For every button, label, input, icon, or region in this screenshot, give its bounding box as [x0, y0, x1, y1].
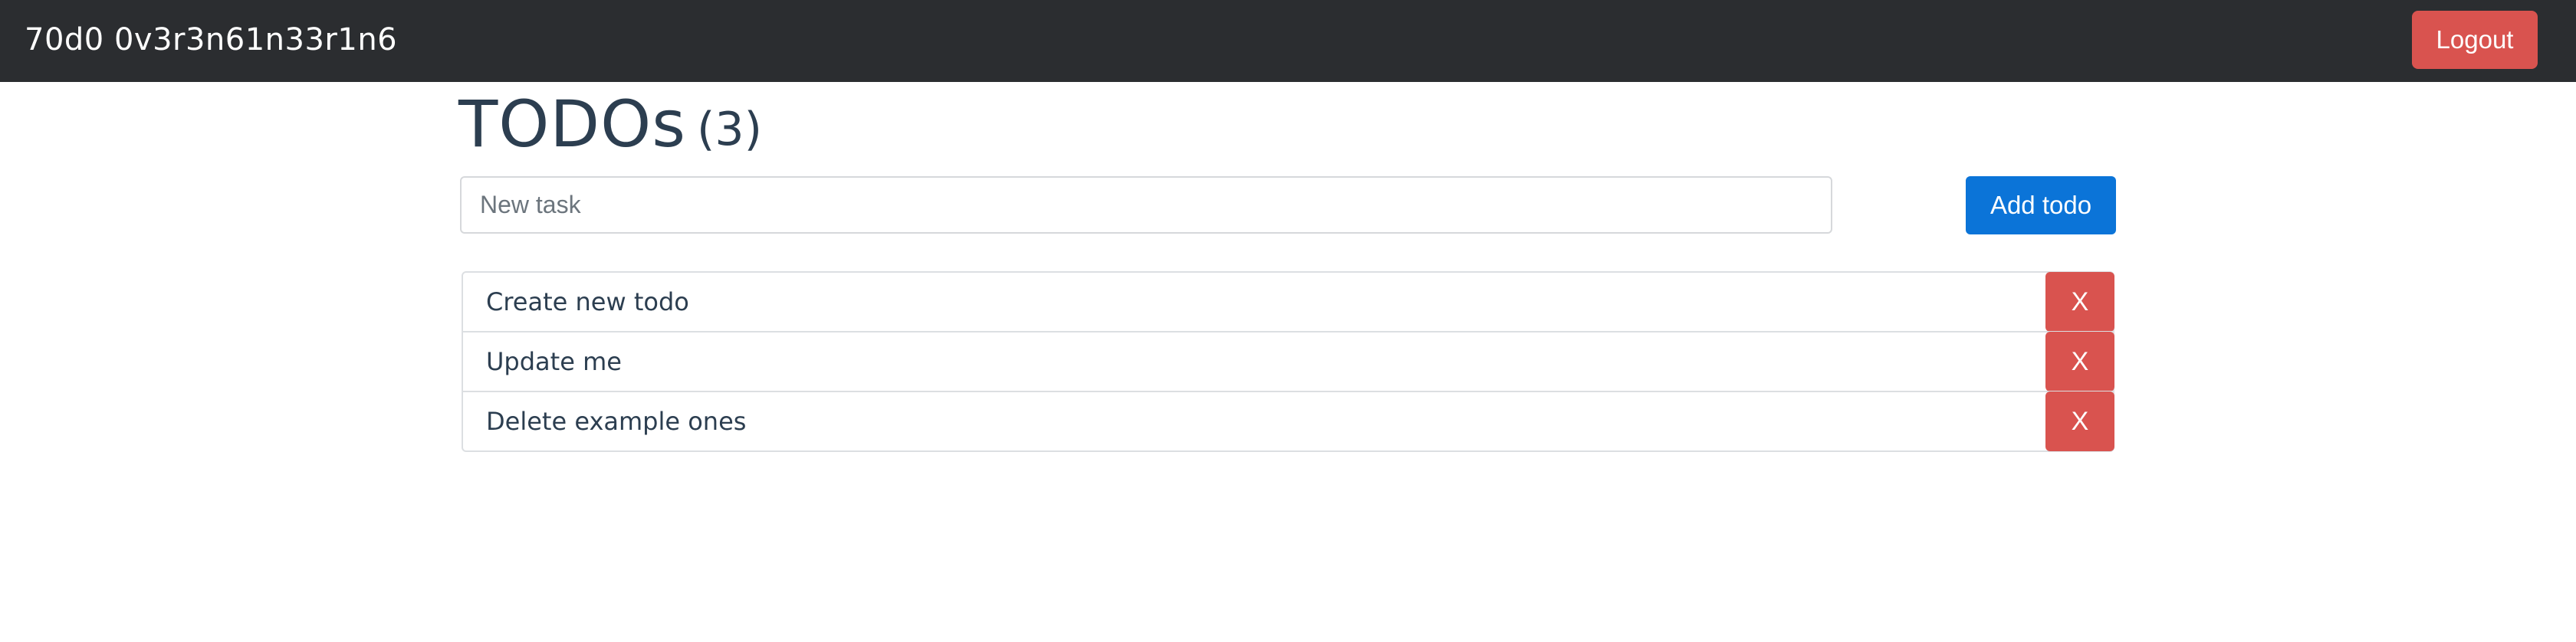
todo-text[interactable]: Create new todo	[486, 273, 689, 331]
todo-item: Update me X	[463, 331, 2114, 391]
add-todo-button[interactable]: Add todo	[1966, 176, 2116, 234]
delete-todo-button[interactable]: X	[2045, 272, 2114, 332]
delete-todo-button[interactable]: X	[2045, 391, 2114, 451]
page-title: TODOs (3)	[458, 86, 762, 162]
todo-text[interactable]: Update me	[486, 332, 622, 391]
delete-todo-button[interactable]: X	[2045, 332, 2114, 391]
page-title-text: TODOs	[458, 87, 686, 162]
todo-item: Create new todo X	[463, 272, 2114, 332]
todo-text[interactable]: Delete example ones	[486, 392, 746, 450]
todo-list: Create new todo X Update me X Delete exa…	[462, 271, 2114, 452]
todo-count: (3)	[697, 103, 762, 156]
brand-title[interactable]: 70d0 0v3r3n61n33r1n6	[25, 0, 397, 82]
top-navbar: 70d0 0v3r3n61n33r1n6 Logout	[0, 0, 2576, 82]
todo-item: Delete example ones X	[463, 391, 2114, 451]
new-task-input[interactable]	[460, 176, 1832, 234]
logout-button[interactable]: Logout	[2412, 11, 2538, 69]
